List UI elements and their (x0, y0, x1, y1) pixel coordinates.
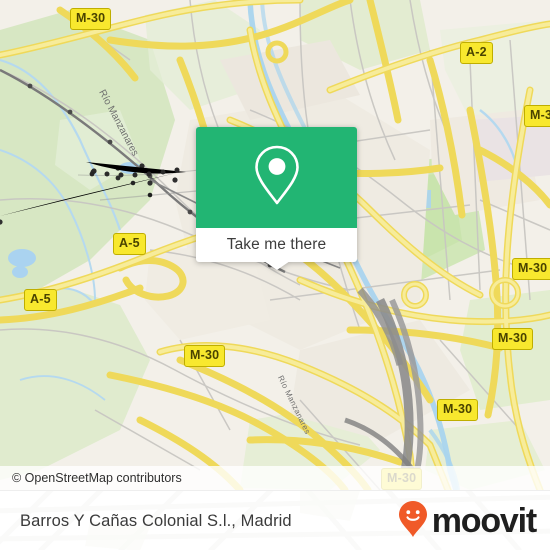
road-shield[interactable]: M-30 (70, 8, 112, 30)
map-pin-icon (253, 144, 301, 211)
map-attribution: © OpenStreetMap contributors (0, 466, 550, 490)
moovit-wordmark: moovit (431, 502, 537, 540)
road-shield[interactable]: A-5 (113, 233, 146, 255)
moovit-pin-smile-icon (398, 500, 428, 543)
road-shield[interactable]: M-30 (184, 345, 226, 367)
map-canvas[interactable]: M-30 A-2 M-30 A-5 A-5 M-30 M-30 M-30 M-3… (0, 0, 550, 490)
popup-header (196, 127, 357, 228)
screenshot-root: M-30 A-2 M-30 A-5 A-5 M-30 M-30 M-30 M-3… (0, 0, 550, 550)
road-shield[interactable]: M-30 (524, 105, 550, 127)
road-shield[interactable]: M-30 (437, 399, 479, 421)
take-me-there-label: Take me there (226, 236, 327, 253)
road-shield[interactable]: A-2 (460, 42, 493, 64)
location-popup-card[interactable]: Take me there (196, 127, 357, 270)
place-title-text: Barros Y Cañas Colonial S.l., Madrid (20, 511, 292, 530)
road-shield[interactable]: A-5 (24, 289, 57, 311)
moovit-logo[interactable]: moovit (398, 491, 537, 550)
road-shield[interactable]: M-30 (512, 258, 550, 280)
take-me-there-button[interactable]: Take me there (196, 228, 357, 262)
road-shield[interactable]: M-30 (492, 328, 534, 350)
attribution-text[interactable]: © OpenStreetMap contributors (12, 471, 182, 485)
place-title: Barros Y Cañas Colonial S.l., Madrid (20, 491, 292, 550)
popup-pointer-tail (263, 261, 290, 270)
footer-bar: Barros Y Cañas Colonial S.l., Madrid moo… (0, 490, 550, 550)
